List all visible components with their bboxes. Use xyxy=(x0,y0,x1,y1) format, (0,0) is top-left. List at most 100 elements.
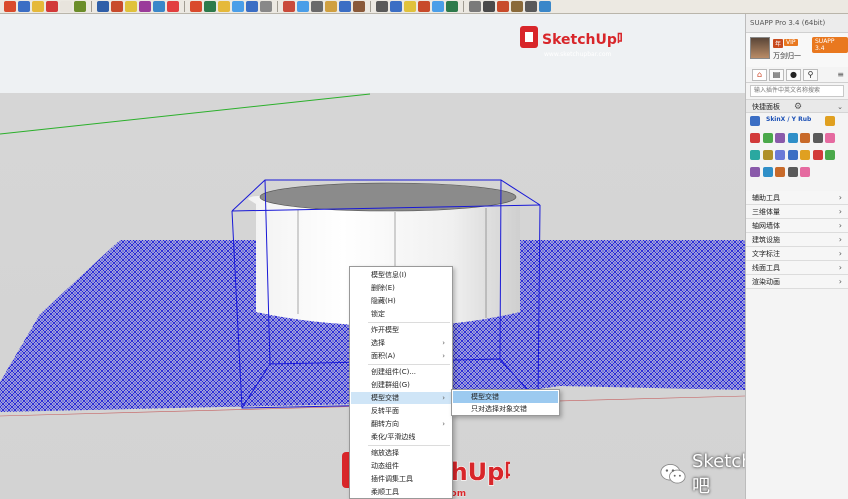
user-name[interactable]: 万剑归一 xyxy=(773,51,801,61)
tab-home[interactable]: ⌂ xyxy=(752,68,767,81)
context-menu-item[interactable]: 缩放选择 xyxy=(351,447,451,459)
quick-tool-icon[interactable] xyxy=(787,133,798,143)
toolbar-tool-icon[interactable] xyxy=(153,1,165,12)
quick-tool-icon[interactable] xyxy=(775,133,785,143)
quick-tool-icon[interactable] xyxy=(762,133,773,143)
quick-tool-icon[interactable] xyxy=(762,150,773,160)
context-menu-item[interactable]: 炸开模型 xyxy=(351,324,451,336)
toolbar-tool-icon[interactable] xyxy=(390,1,402,12)
quick-tool-icon[interactable] xyxy=(750,116,760,126)
quick-tool-icon[interactable] xyxy=(812,133,823,143)
context-menu-item[interactable]: 选择 › xyxy=(351,337,451,349)
toolbar-tool-icon[interactable] xyxy=(4,1,16,12)
toolbar-tool-icon[interactable] xyxy=(376,1,388,12)
toolbar-tool-icon[interactable] xyxy=(97,1,109,12)
toolbar-tool-icon[interactable] xyxy=(432,1,444,12)
toolbar-tool-icon[interactable] xyxy=(246,1,258,12)
context-menu-item[interactable]: 模型交错 › xyxy=(351,392,451,404)
plugin-search-input[interactable]: 输入插件中英文名称搜索 xyxy=(750,85,844,97)
avatar[interactable] xyxy=(750,37,770,59)
toolbar-tool-icon[interactable] xyxy=(74,1,86,12)
tab-list[interactable]: ▤ xyxy=(769,68,784,81)
tab-search[interactable]: ⚲ xyxy=(803,68,818,81)
toolbar-tool-icon[interactable] xyxy=(404,1,416,12)
toolbar-tool-icon[interactable] xyxy=(469,1,481,12)
quick-tool-icon[interactable] xyxy=(775,150,785,160)
context-menu-item[interactable]: 柔化/平滑边线 xyxy=(351,431,451,443)
category-item[interactable]: 三维体量 › xyxy=(746,205,848,219)
quick-tool-icon[interactable] xyxy=(800,167,810,177)
toolbar-tool-icon[interactable] xyxy=(325,1,337,12)
tab-user[interactable]: ● xyxy=(786,68,801,81)
context-menu-item[interactable]: 反转平面 xyxy=(351,405,451,417)
quick-tool-icon[interactable] xyxy=(800,133,810,143)
category-item[interactable]: 建筑设施 › xyxy=(746,233,848,247)
context-menu-item[interactable]: 创建群组(G) xyxy=(351,379,451,391)
quick-panel-header[interactable]: 快捷面板 ⚙ ⌄ xyxy=(746,99,848,113)
toolbar-tool-icon[interactable] xyxy=(497,1,509,12)
toolbar-tool-icon[interactable] xyxy=(32,1,44,12)
submenu-item[interactable]: 模型交错 xyxy=(453,391,558,403)
quick-tool-icon[interactable] xyxy=(750,133,760,143)
toolbar-tool-icon[interactable] xyxy=(483,1,495,12)
toolbar-tool-icon[interactable] xyxy=(125,1,137,12)
quick-tool-title[interactable]: SkinX / Y Rub xyxy=(766,116,811,123)
toolbar-tool-icon[interactable] xyxy=(167,1,179,12)
quick-tool-icon[interactable] xyxy=(812,150,823,160)
chevron-right-icon: › xyxy=(838,277,842,286)
toolbar-tool-icon[interactable] xyxy=(511,1,523,12)
toolbar-tool-icon[interactable] xyxy=(46,1,58,12)
context-menu-item[interactable]: 创建组件(C)... xyxy=(351,366,451,378)
toolbar-tool-icon[interactable] xyxy=(311,1,323,12)
toolbar-tool-icon[interactable] xyxy=(18,1,30,12)
toolbar-tool-icon[interactable] xyxy=(339,1,351,12)
context-menu-item[interactable]: 插件调集工具 xyxy=(351,473,451,485)
quick-tool-icon[interactable] xyxy=(762,167,773,177)
context-menu-item[interactable]: 删除(E) xyxy=(351,282,451,294)
toolbar-tool-icon[interactable] xyxy=(283,1,295,12)
submenu-item[interactable]: 只对选择对象交错 xyxy=(453,403,558,415)
toolbar-tool-icon[interactable] xyxy=(60,1,72,12)
chevron-down-icon[interactable]: ⌄ xyxy=(837,100,843,114)
context-menu-item[interactable]: 动态组件 xyxy=(351,460,451,472)
brand-badge[interactable]: SUAPP 3.4 xyxy=(812,37,848,53)
quick-tool-icon[interactable] xyxy=(825,116,835,126)
context-menu-item[interactable]: 柔顺工具 xyxy=(351,486,451,498)
level-badge: 年 xyxy=(773,39,784,48)
toolbar-tool-icon[interactable] xyxy=(446,1,458,12)
quick-tool-icon[interactable] xyxy=(825,133,835,143)
toolbar-tool-icon[interactable] xyxy=(353,1,365,12)
quick-tool-icon[interactable] xyxy=(825,150,835,160)
category-item[interactable]: 文字标注 › xyxy=(746,247,848,261)
toolbar-tool-icon[interactable] xyxy=(232,1,244,12)
quick-tool-icon[interactable] xyxy=(787,150,798,160)
menu-separator xyxy=(368,445,450,446)
category-item[interactable]: 线面工具 › xyxy=(746,261,848,275)
context-menu-item[interactable]: 模型信息(I) xyxy=(351,269,451,281)
toolbar-tool-icon[interactable] xyxy=(297,1,309,12)
gear-icon[interactable]: ⚙ xyxy=(794,100,802,114)
toolbar-tool-icon[interactable] xyxy=(218,1,230,12)
collapse-icon[interactable]: ≡ xyxy=(837,70,844,79)
quick-tool-icon[interactable] xyxy=(787,167,798,177)
quick-tool-icon[interactable] xyxy=(800,150,810,160)
context-menu-item[interactable]: 隐藏(H) xyxy=(351,295,451,307)
context-menu-item[interactable]: 翻转方向 › xyxy=(351,418,451,430)
context-menu-item[interactable]: 锁定 xyxy=(351,308,451,320)
toolbar-tool-icon[interactable] xyxy=(139,1,151,12)
toolbar-tool-icon[interactable] xyxy=(204,1,216,12)
context-menu-item[interactable]: 面积(A) › xyxy=(351,350,451,362)
toolbar-tool-icon[interactable] xyxy=(260,1,272,12)
quick-tool-icon[interactable] xyxy=(750,150,760,160)
category-item[interactable]: 轴网墙体 › xyxy=(746,219,848,233)
toolbar-tool-icon[interactable] xyxy=(111,1,123,12)
category-item[interactable]: 辅助工具 › xyxy=(746,191,848,205)
context-menu-item-label: 柔顺工具 xyxy=(371,488,399,496)
category-item[interactable]: 渲染动画 › xyxy=(746,275,848,289)
quick-tool-icon[interactable] xyxy=(775,167,785,177)
toolbar-tool-icon[interactable] xyxy=(190,1,202,12)
quick-tool-icon[interactable] xyxy=(750,167,760,177)
toolbar-tool-icon[interactable] xyxy=(539,1,551,12)
toolbar-tool-icon[interactable] xyxy=(525,1,537,12)
toolbar-tool-icon[interactable] xyxy=(418,1,430,12)
